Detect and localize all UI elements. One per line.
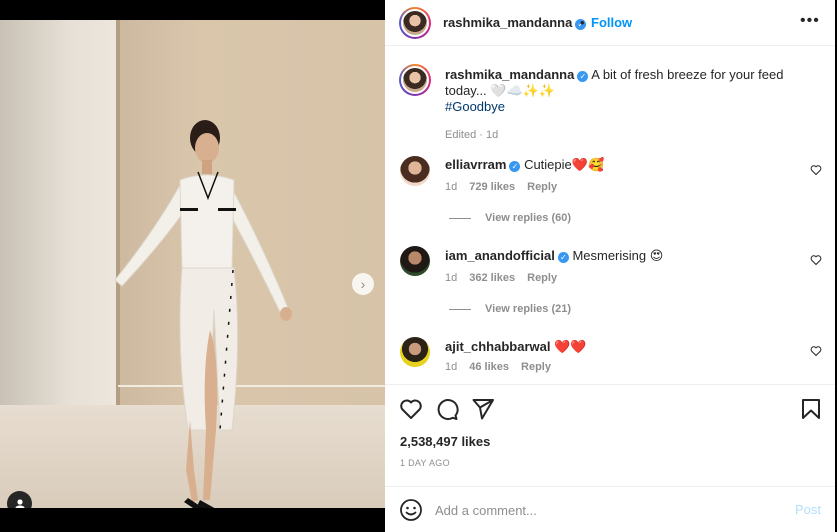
comment-like-icon[interactable]	[810, 345, 822, 357]
next-photo-button[interactable]: ›	[352, 273, 374, 295]
post-header: rashmika_mandanna ✓ • Follow •••	[385, 0, 835, 46]
post-side-panel: rashmika_mandanna ✓ • Follow ••• rashmika…	[385, 0, 835, 532]
comment-meta: 1d 729 likes Reply	[445, 181, 557, 193]
comment-age: 1d	[445, 181, 458, 193]
post-time[interactable]: 1 DAY AGO	[400, 458, 450, 468]
verified-icon: ✓	[557, 252, 569, 263]
like-count[interactable]: 2,538,497 likes	[400, 434, 490, 449]
follow-button[interactable]: Follow	[591, 15, 632, 30]
comment-likes[interactable]: 46 likes	[469, 361, 509, 373]
view-replies-button[interactable]: View replies (60)	[449, 212, 571, 224]
comment-text: Mesmerising 😍	[572, 248, 664, 263]
model-figure	[114, 120, 292, 508]
post-caption: rashmika_mandanna ✓ A bit of fresh breeze…	[445, 67, 805, 143]
comment-body: ajit_chhabbarwal ❤️❤️	[445, 339, 586, 355]
replies-line	[449, 308, 471, 310]
post-actions: 2,538,497 likes 1 DAY AGO	[385, 384, 835, 484]
like-icon[interactable]	[399, 397, 423, 421]
share-icon[interactable]	[471, 397, 495, 421]
comment-body: elliavrram ✓ Cutiepie❤️🥰	[445, 157, 604, 173]
save-icon[interactable]	[799, 397, 823, 421]
replies-line	[449, 217, 471, 219]
caption-meta: Edited · 1d	[445, 129, 499, 141]
comment-username[interactable]: elliavrram	[445, 157, 506, 172]
verified-icon: ✓	[577, 71, 589, 82]
commenter-avatar[interactable]	[400, 156, 430, 186]
comment-age: 1d	[445, 361, 458, 373]
reply-button[interactable]: Reply	[521, 361, 551, 373]
comment-username[interactable]: ajit_chhabbarwal	[445, 339, 550, 354]
caption-username[interactable]: rashmika_mandanna	[445, 67, 574, 82]
add-comment-bar: Post	[385, 486, 835, 532]
comment-likes[interactable]: 362 likes	[469, 272, 515, 284]
comment-meta: 1d 46 likes Reply	[445, 361, 551, 373]
comment-text: ❤️❤️	[554, 339, 587, 354]
comment-username[interactable]: iam_anandofficial	[445, 248, 555, 263]
user-icon	[14, 498, 25, 508]
commenter-avatar[interactable]	[400, 246, 430, 276]
reply-button[interactable]: Reply	[527, 272, 557, 284]
comment-body: iam_anandofficial ✓ Mesmerising 😍	[445, 248, 663, 264]
commenter-avatar[interactable]	[400, 337, 430, 367]
comment-like-icon[interactable]	[810, 254, 822, 266]
comment-input[interactable]	[435, 499, 775, 521]
emoji-icon[interactable]	[399, 498, 423, 522]
verified-icon: ✓	[509, 161, 521, 172]
comment-icon[interactable]	[435, 397, 459, 421]
comment-like-icon[interactable]	[810, 164, 822, 176]
post-photo[interactable]: ›	[0, 20, 385, 508]
more-options-button[interactable]: •••	[800, 12, 820, 30]
view-replies-button[interactable]: View replies (21)	[449, 303, 571, 315]
author-username[interactable]: rashmika_mandanna ✓	[443, 15, 587, 30]
header-separator: •	[580, 15, 585, 30]
post-comment-button[interactable]: Post	[795, 502, 821, 517]
post-modal: › rashmika_mandanna ✓ • Follow ••• rashmi…	[0, 0, 837, 532]
reply-button[interactable]: Reply	[527, 181, 557, 193]
comment-age: 1d	[445, 272, 458, 284]
caption-avatar[interactable]	[399, 64, 431, 96]
comment-likes[interactable]: 729 likes	[469, 181, 515, 193]
comment-text: Cutiepie❤️🥰	[524, 157, 605, 172]
caption-hashtag[interactable]: #Goodbye	[445, 99, 505, 114]
comment-meta: 1d 362 likes Reply	[445, 272, 557, 284]
author-avatar[interactable]	[399, 7, 431, 39]
